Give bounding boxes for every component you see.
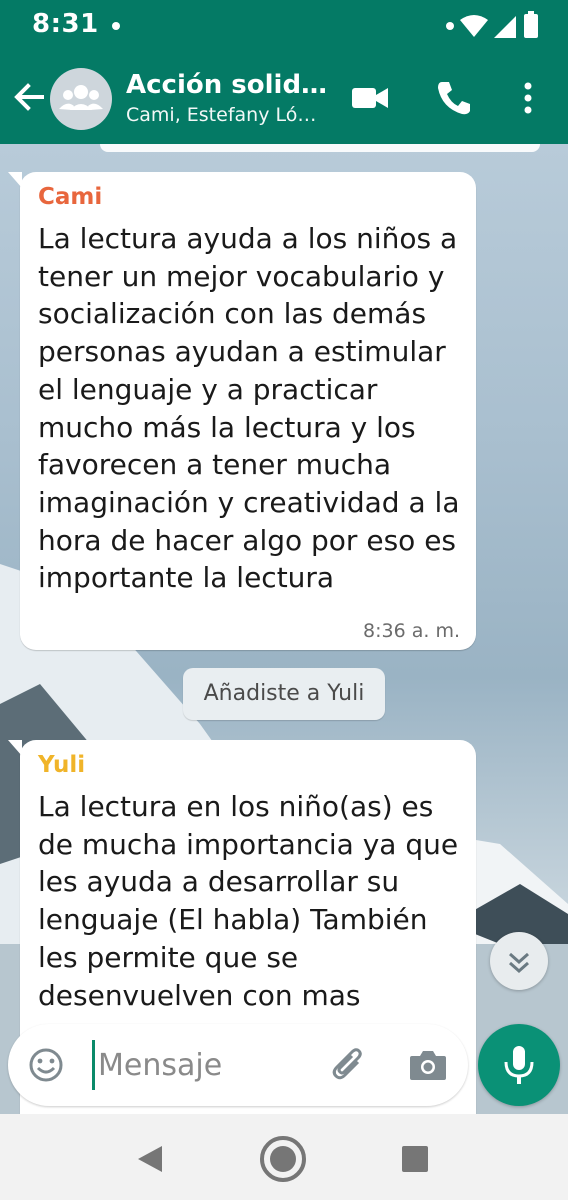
group-icon	[59, 85, 103, 110]
nav-home-icon[interactable]	[258, 1134, 308, 1184]
chat-area[interactable]: Cami La lectura ayuda a los niños a tene…	[0, 144, 568, 1114]
chat-header: Acción solid… Cami, Estefany Ló…	[0, 52, 568, 144]
more-options-icon[interactable]	[506, 76, 550, 120]
nav-recents-icon[interactable]	[390, 1134, 440, 1184]
message-composer	[8, 1024, 468, 1106]
chat-participants: Cami, Estefany Ló…	[126, 104, 317, 126]
system-nav-bar	[0, 1114, 568, 1200]
status-time: 8:31	[32, 9, 99, 39]
chat-title: Acción solid…	[126, 70, 328, 100]
voice-message-button[interactable]	[478, 1024, 560, 1106]
text-caret	[92, 1040, 95, 1090]
signal-icon	[494, 16, 516, 38]
status-bar: 8:31	[0, 0, 568, 52]
system-message: Añadiste a Yuli	[183, 668, 385, 720]
message-text: La lectura en los niño(as) es de mucha i…	[38, 790, 459, 1012]
group-avatar[interactable]	[50, 68, 112, 130]
status-icons	[446, 11, 538, 38]
camera-icon[interactable]	[406, 1044, 450, 1086]
chat-title-area[interactable]: Acción solid… Cami, Estefany Ló…	[126, 68, 336, 128]
message-text: La lectura ayuda a los niños a tener un …	[38, 222, 460, 595]
battery-icon	[524, 14, 538, 38]
wifi-icon	[460, 15, 488, 37]
bubble-tail	[8, 740, 22, 756]
attach-paperclip-icon[interactable]	[328, 1044, 370, 1086]
double-chevron-down-icon	[509, 952, 529, 974]
bubble-tail	[8, 172, 22, 188]
message-time: 8:36 a. m.	[363, 620, 460, 642]
message-sender: Cami	[38, 184, 103, 210]
message-sender: Yuli	[38, 752, 86, 778]
scroll-to-bottom-button[interactable]	[490, 932, 548, 990]
message-bubble[interactable]: Cami La lectura ayuda a los niños a tene…	[8, 172, 476, 650]
nav-back-icon[interactable]	[124, 1134, 174, 1184]
message-input[interactable]	[98, 1038, 318, 1092]
phone-call-icon[interactable]	[432, 76, 476, 120]
previous-bubble-edge	[100, 144, 540, 152]
notification-dot-icon	[112, 22, 120, 30]
emoji-icon[interactable]	[26, 1045, 66, 1085]
dot-icon	[446, 22, 454, 30]
video-call-icon[interactable]	[348, 76, 392, 120]
microphone-icon	[504, 1046, 534, 1084]
back-arrow-icon[interactable]	[8, 76, 50, 118]
